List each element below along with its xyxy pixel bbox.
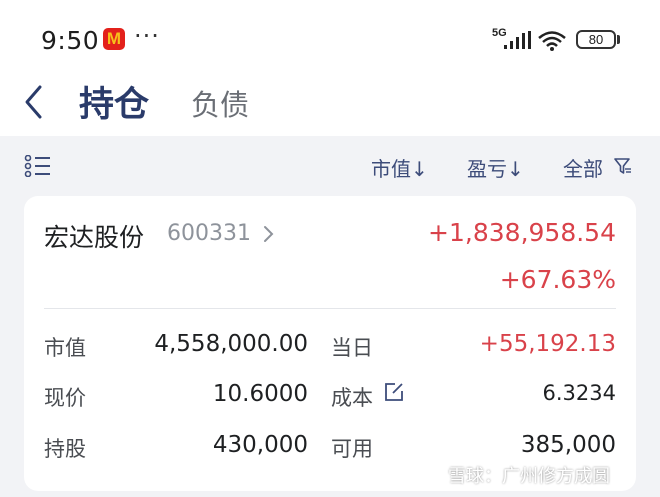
shares-held-label: 持股 — [44, 437, 86, 461]
chevron-right-icon[interactable] — [262, 224, 274, 244]
signal-icon — [504, 31, 531, 49]
cost-label: 成本 — [331, 386, 373, 410]
funnel-icon[interactable] — [614, 157, 632, 175]
sort-profit-loss-button[interactable]: 盈亏↓ — [467, 153, 524, 182]
card-divider — [44, 308, 616, 309]
shares-held: 430,000 — [212, 432, 308, 458]
filter-all-button[interactable]: 全部 — [563, 153, 603, 182]
watermark: 雪球：广州修方成圆 — [448, 466, 610, 487]
list-view-icon[interactable] — [24, 155, 52, 177]
back-arrow-icon[interactable] — [22, 83, 46, 121]
current-price-label: 现价 — [44, 386, 86, 410]
sort-market-value-button[interactable]: 市值↓ — [371, 153, 428, 182]
profit-loss-percent: +67.63% — [499, 265, 616, 294]
edit-icon[interactable] — [383, 381, 405, 403]
wifi-icon — [538, 31, 566, 51]
battery-icon: 80 — [576, 30, 616, 49]
more-notifications-icon: ··· — [134, 22, 160, 50]
mcdonalds-app-icon: M — [103, 28, 125, 50]
current-price: 10.6000 — [212, 381, 308, 407]
available-label: 可用 — [331, 437, 373, 461]
cost-value: 6.3234 — [542, 381, 616, 405]
stock-code[interactable]: 600331 — [167, 221, 251, 246]
market-value: 4,558,000.00 — [154, 331, 308, 357]
profit-loss-amount: +1,838,958.54 — [428, 218, 616, 247]
stock-name[interactable]: 宏达股份 — [44, 218, 144, 254]
market-value-label: 市值 — [44, 336, 86, 360]
available-value: 385,000 — [520, 432, 616, 458]
status-time: 9:50 — [41, 26, 100, 55]
tab-liabilities[interactable]: 负债 — [191, 82, 249, 124]
today-pl-value: +55,192.13 — [479, 331, 616, 357]
today-pl-label: 当日 — [331, 336, 373, 360]
tab-holdings[interactable]: 持仓 — [79, 76, 149, 127]
battery-tip — [617, 35, 620, 44]
